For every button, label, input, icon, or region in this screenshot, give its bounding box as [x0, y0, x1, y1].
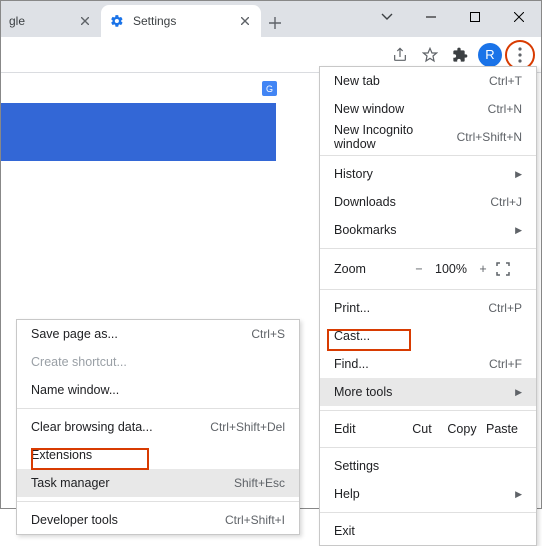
menu-separator: [320, 410, 536, 411]
menu-separator: [320, 155, 536, 156]
bookmark-star-icon[interactable]: [415, 40, 445, 70]
tab-title: Settings: [133, 14, 237, 28]
more-tools-submenu: Save page as...Ctrl+S Create shortcut...…: [16, 319, 300, 535]
menu-bookmarks[interactable]: Bookmarks▶: [320, 216, 536, 244]
chevron-right-icon: ▶: [515, 169, 522, 180]
close-icon[interactable]: [237, 13, 253, 29]
submenu-save-page[interactable]: Save page as...Ctrl+S: [17, 320, 299, 348]
fullscreen-icon[interactable]: [496, 262, 522, 276]
paste-button[interactable]: Paste: [482, 422, 522, 436]
menu-exit[interactable]: Exit: [320, 517, 536, 545]
menu-separator: [320, 289, 536, 290]
menu-separator: [320, 447, 536, 448]
close-button[interactable]: [497, 1, 541, 33]
extensions-icon[interactable]: [445, 40, 475, 70]
submenu-create-shortcut: Create shortcut...: [17, 348, 299, 376]
menu-separator: [320, 248, 536, 249]
menu-separator: [17, 501, 299, 502]
title-bar: gle Settings: [1, 1, 541, 37]
menu-new-tab[interactable]: New tabCtrl+T: [320, 67, 536, 95]
submenu-name-window[interactable]: Name window...: [17, 376, 299, 404]
share-icon[interactable]: [385, 40, 415, 70]
settings-header: [1, 103, 276, 161]
zoom-value: 100%: [432, 262, 470, 276]
menu-separator: [320, 512, 536, 513]
minimize-button[interactable]: [409, 1, 453, 33]
menu-history[interactable]: History▶: [320, 160, 536, 188]
menu-more-tools[interactable]: More tools▶: [320, 378, 536, 406]
menu-downloads[interactable]: DownloadsCtrl+J: [320, 188, 536, 216]
kebab-menu-icon[interactable]: [505, 40, 535, 70]
tab-title: gle: [9, 14, 77, 28]
new-tab-button[interactable]: [261, 9, 289, 37]
maximize-button[interactable]: [453, 1, 497, 33]
tab-settings[interactable]: Settings: [101, 5, 261, 37]
copy-button[interactable]: Copy: [442, 422, 482, 436]
menu-new-window[interactable]: New windowCtrl+N: [320, 95, 536, 123]
cut-button[interactable]: Cut: [402, 422, 442, 436]
menu-edit-row: Edit Cut Copy Paste: [320, 415, 536, 443]
chevron-right-icon: ▶: [515, 225, 522, 236]
zoom-out-button[interactable]: −: [406, 262, 432, 276]
menu-find[interactable]: Find...Ctrl+F: [320, 350, 536, 378]
window-controls: [365, 1, 541, 33]
menu-cast[interactable]: Cast...: [320, 322, 536, 350]
tab-search-icon[interactable]: [365, 1, 409, 33]
tab-google[interactable]: gle: [1, 5, 101, 37]
menu-settings[interactable]: Settings: [320, 452, 536, 480]
translate-icon[interactable]: G: [262, 81, 277, 96]
close-icon[interactable]: [77, 13, 93, 29]
submenu-extensions[interactable]: Extensions: [17, 441, 299, 469]
submenu-developer-tools[interactable]: Developer toolsCtrl+Shift+I: [17, 506, 299, 534]
menu-separator: [17, 408, 299, 409]
profile-avatar[interactable]: R: [475, 40, 505, 70]
menu-help[interactable]: Help▶: [320, 480, 536, 508]
chevron-right-icon: ▶: [515, 489, 522, 500]
menu-incognito[interactable]: New Incognito windowCtrl+Shift+N: [320, 123, 536, 151]
menu-print[interactable]: Print...Ctrl+P: [320, 294, 536, 322]
main-menu: New tabCtrl+T New windowCtrl+N New Incog…: [319, 66, 537, 546]
submenu-clear-data[interactable]: Clear browsing data...Ctrl+Shift+Del: [17, 413, 299, 441]
chevron-right-icon: ▶: [515, 387, 522, 398]
zoom-in-button[interactable]: +: [470, 262, 496, 276]
submenu-task-manager[interactable]: Task managerShift+Esc: [17, 469, 299, 497]
gear-icon: [109, 13, 125, 29]
menu-zoom: Zoom − 100% +: [320, 253, 536, 285]
